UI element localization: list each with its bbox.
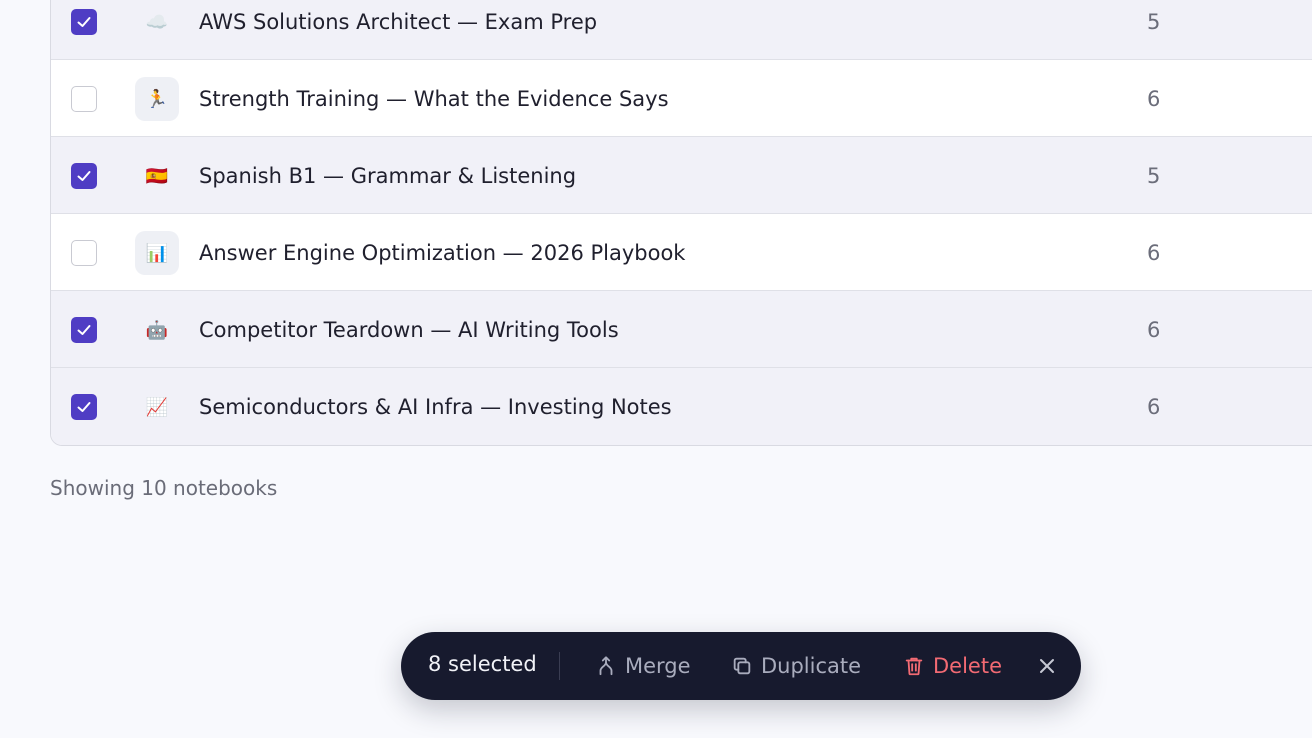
source-count: 5	[1147, 10, 1161, 34]
close-button[interactable]	[1033, 652, 1061, 680]
duplicate-button[interactable]: Duplicate	[731, 632, 861, 700]
source-count: 6	[1147, 318, 1161, 342]
trash-icon	[905, 657, 923, 676]
source-count: 6	[1147, 241, 1161, 265]
divider	[559, 652, 560, 680]
merge-label: Merge	[625, 654, 691, 678]
checkmark-icon	[77, 17, 91, 27]
checkmark-icon	[77, 325, 91, 335]
row-checkbox[interactable]	[71, 317, 97, 343]
merge-icon	[599, 656, 613, 676]
notebook-title[interactable]: Semiconductors & AI Infra — Investing No…	[199, 395, 672, 419]
checkmark-icon	[77, 171, 91, 181]
table-row[interactable]: ☁️ AWS Solutions Architect — Exam Prep 5	[51, 0, 1312, 60]
cloud-icon: ☁️	[145, 11, 169, 33]
row-checkbox[interactable]	[71, 163, 97, 189]
runner-icon: 🏃	[135, 77, 179, 121]
notebooks-page: ☁️ AWS Solutions Architect — Exam Prep 5…	[0, 0, 1312, 738]
notebook-title[interactable]: Strength Training — What the Evidence Sa…	[199, 87, 669, 111]
notebook-title[interactable]: Spanish B1 — Grammar & Listening	[199, 164, 576, 188]
merge-button[interactable]: Merge	[595, 632, 691, 700]
table-row[interactable]: 📈 Semiconductors & AI Infra — Investing …	[51, 368, 1312, 445]
row-checkbox[interactable]	[71, 394, 97, 420]
notebook-count-text: Showing 10 notebooks	[50, 476, 278, 500]
source-count: 5	[1147, 164, 1161, 188]
delete-button[interactable]: Delete	[903, 632, 1002, 700]
table-row[interactable]: 🤖 Competitor Teardown — AI Writing Tools…	[51, 291, 1312, 368]
selected-count: 8 selected	[428, 652, 537, 676]
spain-flag-icon: 🇪🇸	[145, 165, 169, 187]
notebook-table: ☁️ AWS Solutions Architect — Exam Prep 5…	[50, 0, 1312, 446]
table-row[interactable]: 📊 Answer Engine Optimization — 2026 Play…	[51, 214, 1312, 291]
row-checkbox[interactable]	[71, 240, 97, 266]
notebook-title[interactable]: AWS Solutions Architect — Exam Prep	[199, 10, 597, 34]
notebook-title[interactable]: Answer Engine Optimization — 2026 Playbo…	[199, 241, 685, 265]
copy-icon	[733, 657, 751, 675]
source-count: 6	[1147, 395, 1161, 419]
checkmark-icon	[77, 402, 91, 412]
row-checkbox[interactable]	[71, 9, 97, 35]
table-row[interactable]: 🏃 Strength Training — What the Evidence …	[51, 60, 1312, 137]
bar-chart-icon: 📊	[135, 231, 179, 275]
close-icon	[1040, 659, 1054, 673]
duplicate-label: Duplicate	[761, 654, 862, 678]
delete-label: Delete	[933, 654, 1002, 678]
bulk-action-bar: 8 selected Merge Duplicate Delete	[401, 632, 1081, 700]
trending-up-icon: 📈	[145, 396, 169, 418]
row-checkbox[interactable]	[71, 86, 97, 112]
robot-icon: 🤖	[145, 319, 169, 341]
source-count: 6	[1147, 87, 1161, 111]
notebook-title[interactable]: Competitor Teardown — AI Writing Tools	[199, 318, 619, 342]
table-row[interactable]: 🇪🇸 Spanish B1 — Grammar & Listening 5	[51, 137, 1312, 214]
